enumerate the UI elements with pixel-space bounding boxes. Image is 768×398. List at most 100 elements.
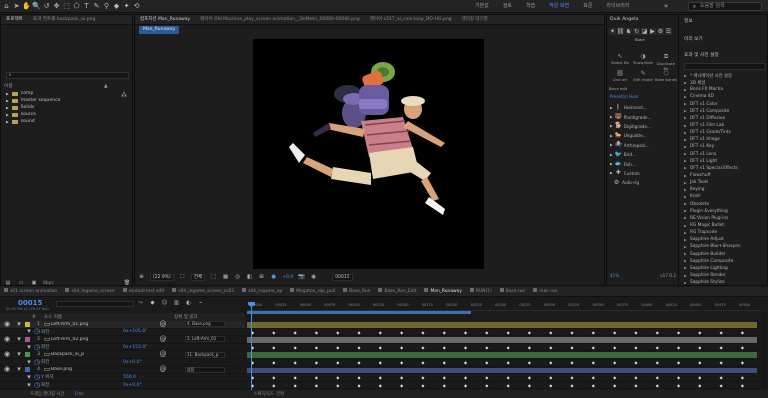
tab-project[interactable]: 프로젝트 <box>1 15 28 24</box>
keyframe-icon[interactable]: ◆ <box>549 383 552 388</box>
effects-category[interactable]: ▶ Keying <box>684 186 766 193</box>
eraser-tool-icon[interactable]: ◆ <box>113 2 120 11</box>
clone-tool-icon[interactable]: ⚲ <box>103 2 110 11</box>
transparency-icon[interactable]: ◧ <box>246 274 253 282</box>
duplicate-bone-button[interactable]: ⧉ Duplicate Bo <box>655 53 677 71</box>
info-panel-title[interactable]: 정보 <box>684 18 693 24</box>
duik-zoom[interactable]: 41% <box>610 273 619 278</box>
property-value[interactable]: 550.0 <box>123 375 149 380</box>
keyframe-icon[interactable]: ◆ <box>677 383 680 388</box>
keyframe-icon[interactable]: ◆ <box>656 383 659 388</box>
keyframe-icon[interactable]: ◆ <box>272 345 275 350</box>
keyframe-icon[interactable]: ◆ <box>656 360 659 365</box>
effects-category[interactable]: ▶ Sapphire Stylize <box>684 279 766 286</box>
effects-category[interactable]: ▶ Knoll <box>684 193 766 200</box>
twirl-arrow-icon[interactable]: ▾ <box>15 335 23 343</box>
keyframe-icon[interactable]: ◆ <box>443 383 446 388</box>
keyframe-icon[interactable]: ◆ <box>613 375 616 380</box>
timeline-tab[interactable]: man run <box>529 287 562 296</box>
keyframe-icon[interactable]: ◆ <box>613 330 616 335</box>
frame-blend-icon[interactable]: ▥ <box>173 300 180 308</box>
effects-panel-title[interactable]: 효과 및 사전 설정 <box>684 52 719 58</box>
keyframe-icon[interactable]: ◆ <box>272 383 275 388</box>
time-ruler[interactable]: 00000 00025 00050 00075 00100 00125 00150 00175… <box>247 302 761 311</box>
keyframe-icon[interactable]: ◆ <box>528 383 531 388</box>
effects-category[interactable]: ▶ Sapphire Adjust <box>684 236 766 243</box>
keyframe-icon[interactable]: ◆ <box>315 360 318 365</box>
stopwatch-icon[interactable]: ◷ <box>33 328 41 336</box>
preset-item[interactable]: ▶ 🐕 Digitigrade... <box>610 122 678 131</box>
play-icon[interactable]: ▶ <box>649 28 656 35</box>
keyframe-icon[interactable]: ◆ <box>358 375 361 380</box>
property-value[interactable]: 0x+0.0° <box>123 383 149 388</box>
keyframe-icon[interactable]: ◆ <box>634 375 637 380</box>
composition-canvas[interactable] <box>253 39 484 269</box>
preset-item[interactable]: ⚙ Auto-rig <box>610 178 678 187</box>
keyframe-icon[interactable]: ◆ <box>464 375 467 380</box>
keyframe-icon[interactable]: ◆ <box>741 360 744 365</box>
twirl-arrow-icon[interactable]: ▾ <box>25 358 33 366</box>
keyframe-icon[interactable]: ◆ <box>400 383 403 388</box>
visibility-eye-icon[interactable] <box>3 381 11 389</box>
project-item[interactable]: ▶ source <box>4 111 131 118</box>
brush-tool-icon[interactable]: ✎ <box>93 2 100 11</box>
effects-category[interactable]: ▶ Jak Tools <box>684 179 766 186</box>
bake-bones-button[interactable]: ⬡ Bake bones <box>655 70 677 82</box>
effects-category[interactable]: ▶ Obsolete <box>684 201 766 208</box>
keyframe-icon[interactable]: ◆ <box>698 375 701 380</box>
keyframe-icon[interactable]: ◆ <box>528 360 531 365</box>
graph-editor-icon[interactable]: ⌁ <box>197 300 204 308</box>
keyframe-icon[interactable]: ◆ <box>571 345 574 350</box>
effects-category[interactable]: ▶ DFT v1 Film Lab <box>684 122 766 129</box>
camera-icon[interactable]: 📷 <box>298 274 305 282</box>
keyframe-icon[interactable]: ◆ <box>634 360 637 365</box>
keyframe-icon[interactable]: ◆ <box>677 360 680 365</box>
keyframe-icon[interactable]: ◆ <box>294 383 297 388</box>
keyframe-icon[interactable]: ◆ <box>464 345 467 350</box>
keyframe-icon[interactable]: ◆ <box>400 360 403 365</box>
camera-icon[interactable]: ◪ <box>641 28 648 35</box>
preset-item[interactable]: ▶ 🐦 Bird... <box>610 150 678 159</box>
project-item[interactable]: ▶ sound <box>4 118 131 125</box>
magnify-icon[interactable]: ⊕ <box>138 274 145 282</box>
exposure-value[interactable]: +0.0 <box>282 275 293 280</box>
keyframe-icon[interactable]: ◆ <box>634 345 637 350</box>
animation-icon[interactable]: ↻ <box>633 28 640 35</box>
keyframe-icon[interactable]: ◆ <box>592 360 595 365</box>
zoom-tool-icon[interactable]: 🔍 <box>32 2 41 11</box>
keyframe-icon[interactable]: ◆ <box>421 330 424 335</box>
effects-category[interactable]: ▶ DFT v1 Lens <box>684 151 766 158</box>
keyframe-icon[interactable]: ◆ <box>485 383 488 388</box>
keyframe-icon[interactable]: ◆ <box>421 383 424 388</box>
camera-tool-icon[interactable]: ✥ <box>53 2 60 11</box>
layer-duration-bar[interactable] <box>247 322 757 328</box>
effects-search-input[interactable] <box>684 63 766 70</box>
preset-item[interactable]: ▶ ✚ Custom <box>610 169 678 178</box>
workspace-4[interactable]: 표준 <box>576 0 599 13</box>
keyframe-icon[interactable]: ◆ <box>443 360 446 365</box>
label-color-swatch[interactable] <box>25 336 30 342</box>
effects-category[interactable]: ▶ Sapphire Render <box>684 272 766 279</box>
timeline-tab[interactable]: Base run <box>496 287 529 296</box>
keyframe-icon[interactable]: ◆ <box>698 383 701 388</box>
keyframe-icon[interactable]: ◆ <box>507 375 510 380</box>
selection-tool-icon[interactable]: ➤ <box>13 2 20 11</box>
expand-icon[interactable]: » <box>662 2 670 11</box>
menu-icon[interactable]: ☰ <box>665 28 672 35</box>
effects-category[interactable]: ▶ DFT v1 Diffusion <box>684 115 766 122</box>
region-icon[interactable]: ⬚ <box>210 274 217 282</box>
zoom-dropdown[interactable]: (22.9%) <box>150 274 174 281</box>
property-row[interactable]: ▾ ◷ 회전 0x+0.0° <box>0 358 245 367</box>
keyframe-icon[interactable]: ◆ <box>400 375 403 380</box>
layer-duration-bar[interactable] <box>247 367 757 374</box>
rectangle-tool-icon[interactable]: ⬚ <box>63 2 70 11</box>
workspace-0[interactable]: 기본값 <box>468 0 496 13</box>
keyframe-icon[interactable]: ◆ <box>720 345 723 350</box>
property-value[interactable]: 0x+0.0° <box>123 360 149 365</box>
keyframe-icon[interactable]: ◆ <box>379 383 382 388</box>
layer-duration-bar[interactable] <box>247 337 757 343</box>
keyframe-icon[interactable]: ◆ <box>294 330 297 335</box>
keyframe-icon[interactable]: ◆ <box>315 383 318 388</box>
keyframe-icon[interactable]: ◆ <box>315 345 318 350</box>
timeline-search-input[interactable] <box>56 301 134 307</box>
